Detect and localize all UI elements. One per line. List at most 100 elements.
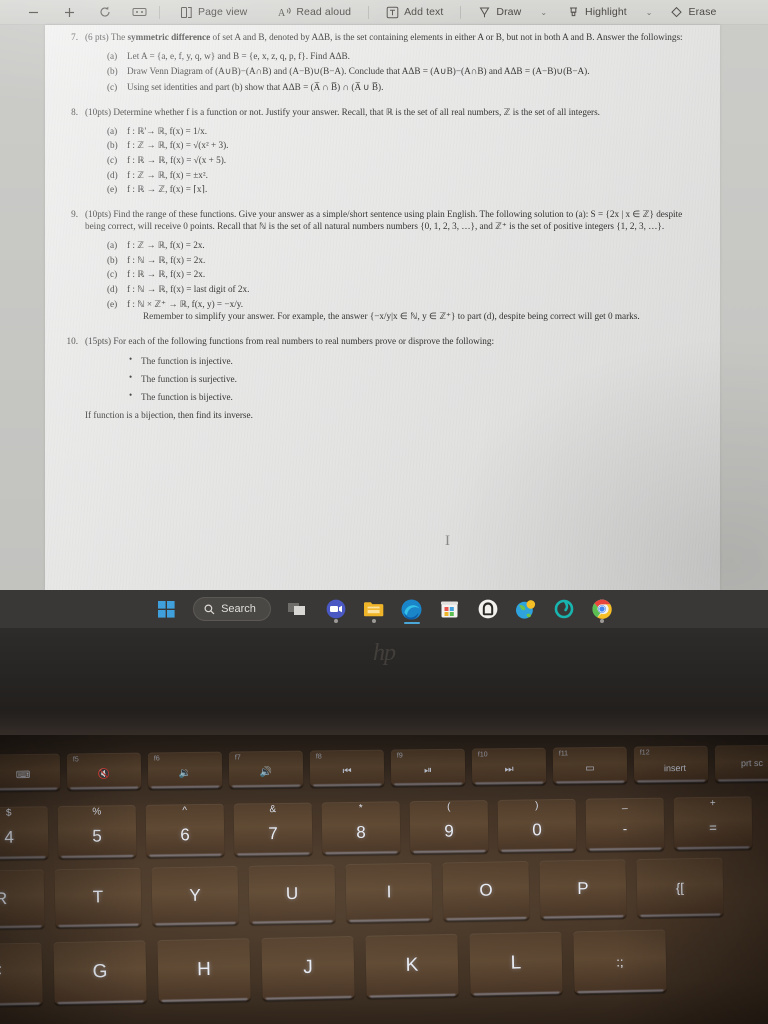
key-i[interactable]: I (345, 862, 433, 923)
toolbar-divider-3 (460, 5, 462, 19)
key-f6[interactable]: f6 🔉 (147, 751, 223, 789)
read-aloud-button[interactable]: A Read aloud (272, 0, 356, 25)
key-4[interactable]: $ 4 (0, 806, 49, 860)
google-chrome-button[interactable] (583, 592, 621, 626)
list-item: (c) Using set identities and part (b) sh… (107, 81, 704, 93)
list-item: (b) Draw Venn Diagram of (A∪B)−(A∩B) and… (107, 65, 704, 77)
highlight-button[interactable]: Highlight (561, 0, 632, 25)
microsoft-edge-button[interactable] (393, 592, 431, 626)
fit-to-width-icon[interactable] (128, 1, 150, 23)
list-item: The function is surjective. (129, 372, 704, 385)
pdf-page-area[interactable]: 7. (6 pts) The symmetric difference of s… (0, 25, 768, 590)
list-item: (d) f : ℤ → ℝ, f(x) = ±x². (107, 169, 704, 181)
page-view-button[interactable]: Page view (174, 0, 252, 25)
mute-icon: 🔇 (97, 768, 111, 780)
q8a-label: (a) (107, 125, 118, 136)
dark-circle-app-button[interactable] (469, 592, 507, 626)
draw-chevron-down-icon[interactable]: ⌄ (540, 8, 547, 17)
key-f9[interactable]: f9 ⏯ (390, 748, 466, 786)
key-k-label: K (405, 954, 419, 976)
key-f12-insert[interactable]: f12 insert (633, 745, 709, 783)
question-7-intro: (6 pts) The symmetric difference of set … (85, 31, 704, 43)
globe-app-button[interactable] (507, 592, 545, 626)
list-item: (b) f : ℤ → ℝ, f(x) = √(x² + 3). (107, 139, 704, 151)
folder-icon (364, 602, 384, 617)
key-0[interactable]: ) 0 (497, 798, 577, 852)
key-t[interactable]: T (54, 867, 142, 928)
search-box[interactable]: Search (193, 597, 271, 621)
key-5[interactable]: % 5 (57, 804, 137, 859)
key-bracket-left[interactable]: {[ (636, 857, 724, 917)
q8c-text: f : ℝ → ℝ, f(x) = √(x + 5). (127, 154, 227, 165)
highlight-chevron-down-icon[interactable]: ⌄ (646, 8, 653, 17)
teams-app-button[interactable] (317, 592, 355, 626)
key-p-label: P (577, 878, 589, 899)
list-item: (a) f : ℤ → ℝ, f(x) = 2x. (107, 239, 704, 251)
key-0-label: 0 (532, 819, 542, 839)
key-f4[interactable]: f4 ⌨ (0, 753, 61, 791)
key-7[interactable]: & 7 (233, 802, 313, 856)
key-f[interactable]: F (0, 942, 43, 1007)
key-r[interactable]: R (0, 869, 45, 929)
zoom-in-icon[interactable] (58, 1, 80, 23)
key-6[interactable]: ^ 6 (145, 803, 225, 857)
q9c-text: f : ℝ → ℝ, f(x) = 2x. (127, 269, 206, 280)
key-f7[interactable]: f7 🔊 (228, 750, 304, 788)
key-8-symbol: * (358, 802, 363, 814)
teal-circle-app-button[interactable] (545, 592, 583, 626)
question-9-subitems: (a) f : ℤ → ℝ, f(x) = 2x. (b) f : ℕ → ℝ,… (85, 239, 704, 322)
page-view-label: Page view (198, 6, 248, 18)
microsoft-store-button[interactable] (431, 592, 469, 626)
key-j[interactable]: J (261, 935, 355, 1000)
task-view-button[interactable] (279, 592, 317, 626)
key-y[interactable]: Y (151, 865, 239, 926)
key-semicolon[interactable]: :; (573, 929, 667, 994)
letter-key-row-1: R T Y U I O P {[ (0, 855, 768, 929)
key-g[interactable]: G (53, 940, 147, 1005)
add-text-button[interactable]: Add text (380, 0, 448, 25)
next-track-icon: ⏭ (504, 763, 514, 775)
key-f10[interactable]: f10 ⏭ (471, 747, 547, 785)
key-equals[interactable]: + = (673, 796, 753, 850)
key-o[interactable]: O (442, 860, 530, 921)
q7a-label: (a) (107, 51, 118, 62)
key-f8[interactable]: f8 ⏮ (309, 749, 385, 787)
key-k[interactable]: K (365, 933, 459, 998)
key-y-label: Y (189, 885, 201, 905)
list-item: (a) f : ℝ'→ ℝ, f(x) = 1/x. (107, 125, 704, 137)
key-8[interactable]: * 8 (321, 801, 401, 855)
list-item: (e) f : ℕ × ℤ⁺ → ℝ, f(x, y) = −x/y. Reme… (107, 298, 704, 322)
key-f-label: F (0, 963, 3, 985)
zoom-out-icon[interactable] (22, 1, 44, 23)
question-7-subitems: (a) Let A = {a, e, f, y, q, w} and B = {… (85, 50, 704, 93)
key-f10-fn: f10 (477, 751, 488, 759)
key-7-symbol: & (269, 804, 277, 816)
key-print-screen[interactable]: prt sc (714, 744, 768, 782)
screen-icon: ▭ (585, 762, 595, 774)
key-l[interactable]: L (469, 931, 563, 996)
file-explorer-button[interactable] (355, 592, 393, 626)
pen-icon (477, 5, 492, 20)
question-7-number: 7. (71, 32, 78, 42)
q8d-text: f : ℤ → ℝ, f(x) = ±x². (127, 169, 208, 180)
key-4-symbol: $ (5, 807, 12, 819)
q7-intro-a: (6 pts) The (85, 32, 128, 42)
key-p[interactable]: P (539, 859, 627, 919)
rotate-icon[interactable] (94, 1, 116, 23)
key-5-label: 5 (92, 825, 102, 846)
draw-button[interactable]: Draw (472, 0, 526, 25)
key-9[interactable]: ( 9 (409, 800, 489, 854)
start-button[interactable] (147, 592, 185, 626)
key-f5[interactable]: f5 🔇 (66, 752, 142, 790)
question-8: 8. (10pts) Determine whether f is a func… (59, 106, 704, 198)
key-f11[interactable]: f11 ▭ (552, 746, 628, 784)
erase-button[interactable]: Erase (664, 0, 721, 25)
key-f8-fn: f8 (315, 753, 322, 761)
key-j-label: J (303, 956, 313, 979)
key-h[interactable]: H (157, 938, 251, 1003)
key-6-symbol: ^ (182, 805, 188, 817)
highlighter-icon (566, 5, 581, 20)
key-u[interactable]: U (248, 864, 336, 924)
key-minus[interactable]: _ - (585, 797, 665, 851)
q9e-text-wrap: f : ℕ × ℤ⁺ → ℝ, f(x, y) = −x/y. Remember… (127, 298, 704, 322)
